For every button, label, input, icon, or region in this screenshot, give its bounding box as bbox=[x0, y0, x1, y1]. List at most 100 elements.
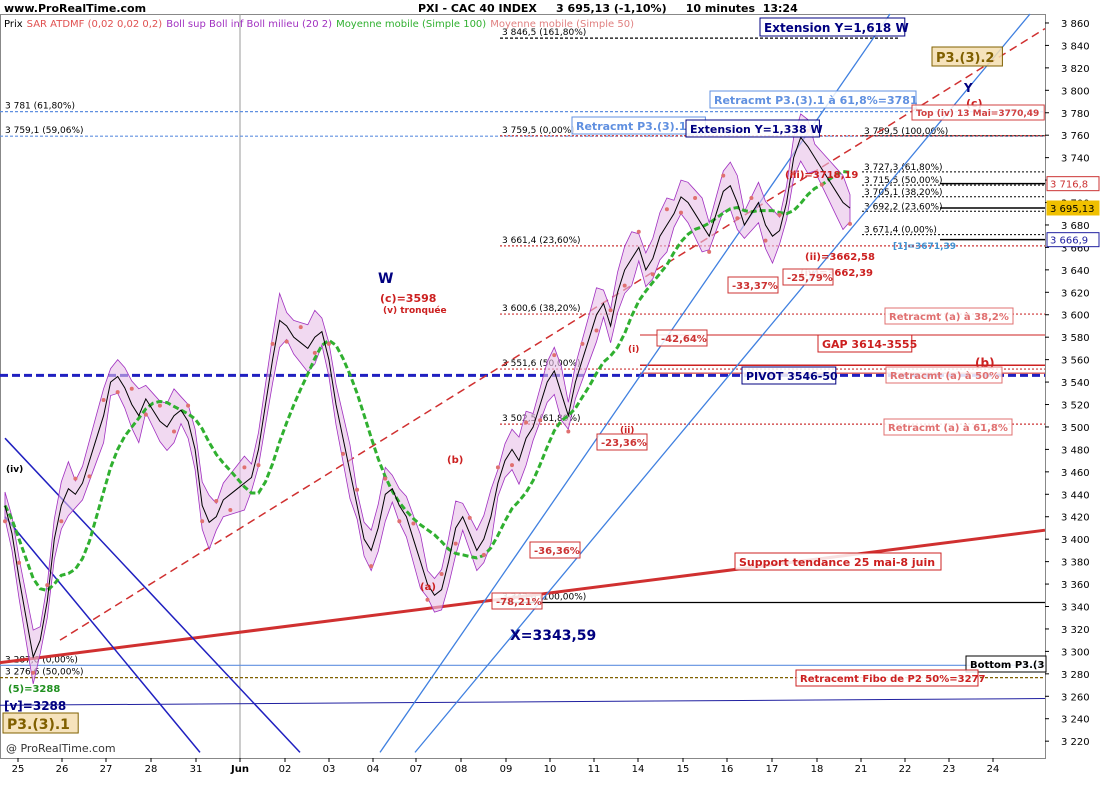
sar-dot bbox=[369, 564, 374, 569]
fib-level-label: 3 600,6 (38,20%) bbox=[502, 304, 581, 314]
sar-dot bbox=[256, 463, 261, 468]
sar-dot bbox=[411, 521, 416, 526]
fib-level-label: 3 759,5 (0,00%) bbox=[502, 126, 575, 136]
sar-dot bbox=[749, 196, 754, 201]
boxed-label: Extension Y=1,618 W bbox=[764, 21, 909, 35]
boxed-label: GAP 3614-3555 bbox=[822, 338, 917, 351]
wave-label: (i) bbox=[628, 345, 639, 355]
boxed-label: -25,79% bbox=[787, 273, 833, 284]
sar-dot bbox=[524, 420, 529, 425]
wave-label: (5)=3288 bbox=[8, 684, 60, 695]
wave-label: (iv) bbox=[6, 465, 23, 475]
wave-label: (a) bbox=[420, 582, 436, 593]
y-tick-label: 3 420 bbox=[1061, 513, 1090, 524]
sar-dot bbox=[186, 403, 191, 408]
sar-dot bbox=[622, 283, 627, 288]
sar-dot bbox=[552, 353, 557, 358]
y-tick-label: 3 500 bbox=[1061, 423, 1090, 434]
boxed-label: Support tendance 25 mai-8 juin bbox=[739, 556, 935, 569]
x-tick-label: 09 bbox=[500, 764, 513, 775]
boxed-label: -23,36% bbox=[601, 438, 647, 449]
x-tick-label: 02 bbox=[279, 764, 292, 775]
y-tick-label: 3 680 bbox=[1061, 221, 1090, 232]
boxed-label: Retracmt (a) à 50% bbox=[890, 370, 999, 382]
x-tick-label: 25 bbox=[12, 764, 25, 775]
sar-dot bbox=[580, 341, 585, 346]
y-tick-label: 3 360 bbox=[1061, 580, 1090, 591]
sar-dot bbox=[31, 670, 36, 675]
y-tick-label: 3 760 bbox=[1061, 131, 1090, 142]
price-tag-label: 3 666,9 bbox=[1050, 236, 1088, 247]
x-tick-label: 17 bbox=[766, 764, 779, 775]
y-tick-label: 3 240 bbox=[1061, 715, 1090, 726]
sar-dot bbox=[3, 519, 7, 524]
y-tick-label: 3 620 bbox=[1061, 288, 1090, 299]
sar-dot bbox=[341, 451, 345, 456]
y-tick-label: 3 380 bbox=[1061, 558, 1090, 569]
y-tick-label: 3 400 bbox=[1061, 535, 1090, 546]
x-tick-label: 28 bbox=[145, 764, 158, 775]
wave-label: (v) tronquée bbox=[383, 305, 447, 316]
x-tick-label: 07 bbox=[410, 764, 423, 775]
sar-dot bbox=[453, 541, 458, 546]
price-tag-label: 3 695,13 bbox=[1050, 204, 1095, 215]
fib-level-label: 3 759,1 (59,06%) bbox=[5, 126, 84, 136]
boxed-label: P3.(3).1 bbox=[7, 717, 70, 733]
x-tick-label: 27 bbox=[100, 764, 113, 775]
sar-dot bbox=[467, 515, 472, 520]
sar-dot bbox=[481, 552, 486, 557]
x-tick-label: 15 bbox=[677, 764, 690, 775]
y-tick-label: 3 300 bbox=[1061, 647, 1090, 658]
wave-label: (c)=3598 bbox=[380, 292, 436, 305]
boxed-label: -78,21% bbox=[496, 597, 542, 608]
x-tick-label: 10 bbox=[544, 764, 557, 775]
sar-dot bbox=[566, 429, 571, 434]
sar-dot bbox=[608, 308, 613, 313]
y-tick-label: 3 460 bbox=[1061, 468, 1090, 479]
wave-label: [v]=3288 bbox=[4, 699, 66, 713]
x-tick-label: 18 bbox=[811, 764, 824, 775]
sar-dot bbox=[298, 325, 303, 330]
sar-dot bbox=[538, 418, 543, 423]
sar-dot bbox=[594, 328, 599, 333]
boxed-label: -33,37% bbox=[732, 281, 778, 292]
y-tick-label: 3 820 bbox=[1061, 64, 1090, 75]
price-chart[interactable]: 3 220 3 240 3 260 3 280 3 300 3 320 3 340 3 360… bbox=[0, 0, 1100, 800]
y-tick-label: 3 280 bbox=[1061, 670, 1090, 681]
sar-dot bbox=[679, 210, 683, 215]
sar-dot bbox=[763, 238, 768, 243]
sar-dot bbox=[383, 476, 388, 481]
sar-dot bbox=[397, 519, 402, 524]
y-tick-label: 3 560 bbox=[1061, 356, 1090, 367]
boxed-label: P3.(3).2 bbox=[936, 51, 994, 66]
sar-dot bbox=[228, 508, 233, 512]
boxed-label: -42,64% bbox=[661, 334, 707, 345]
boxed-label: Retracmt (a) à 38,2% bbox=[889, 311, 1009, 323]
sar-dot bbox=[284, 339, 289, 344]
boxed-label: Retracmt P3.(3).1 à bbox=[576, 120, 698, 133]
sar-dot bbox=[707, 249, 712, 254]
x-tick-label: 23 bbox=[943, 764, 956, 775]
sar-dot bbox=[270, 341, 275, 346]
sar-dot bbox=[101, 398, 106, 403]
y-tick-label: 3 340 bbox=[1061, 603, 1090, 614]
y-tick-label: 3 840 bbox=[1061, 41, 1090, 52]
boxed-label: PIVOT 3546-50 bbox=[746, 370, 838, 383]
fib-level-label: 3 692,2 (23,60%) bbox=[864, 202, 943, 212]
boxed-label: Extension Y=1,338 W bbox=[690, 123, 823, 136]
wave-label: [1]=3671,39 bbox=[893, 242, 956, 252]
sar-dot bbox=[848, 221, 852, 226]
price-tag-label: 3 716,8 bbox=[1050, 180, 1088, 191]
watermark: @ ProRealTime.com bbox=[6, 742, 116, 755]
sar-dot bbox=[510, 463, 514, 468]
wave-label: X=3343,59 bbox=[510, 628, 596, 644]
sar-dot bbox=[87, 474, 92, 479]
sar-dot bbox=[777, 212, 782, 217]
x-tick-label: 24 bbox=[987, 764, 1000, 775]
boxed-label: Retracmt P3.(3).1 à 61,8%=3781 bbox=[714, 94, 918, 107]
fib-level-label: 3 846,5 (161,80%) bbox=[502, 28, 586, 38]
sar-dot bbox=[721, 173, 726, 178]
wave-label: W bbox=[378, 271, 393, 287]
sar-dot bbox=[45, 583, 50, 588]
x-tick-label: 04 bbox=[367, 764, 380, 775]
